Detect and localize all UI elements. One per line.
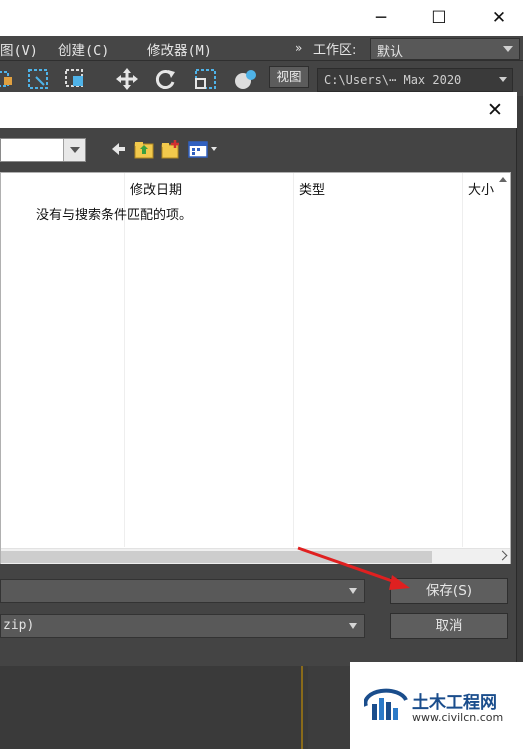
select-region-icon[interactable] xyxy=(0,67,18,91)
close-icon[interactable]: ✕ xyxy=(483,98,507,122)
select-window-icon[interactable] xyxy=(26,67,52,91)
watermark-title: 土木工程网 xyxy=(412,693,497,713)
up-folder-icon[interactable] xyxy=(133,138,155,160)
chevron-down-icon[interactable] xyxy=(63,139,85,161)
scroll-up-icon[interactable] xyxy=(499,177,507,182)
save-dialog: ✕ 修改日期 类型 大小 没有与搜索条件匹配的项。 zip) 保存(S) 取消 xyxy=(0,92,517,666)
main-toolbar: 视图 C:\Users\⋯ Max 2020 xyxy=(0,62,523,96)
project-path-dropdown[interactable]: C:\Users\⋯ Max 2020 xyxy=(317,68,513,92)
filetype-value: zip) xyxy=(3,618,35,633)
chevron-down-icon xyxy=(349,588,357,594)
horizontal-scrollbar[interactable] xyxy=(1,548,510,564)
view-cube-icon[interactable] xyxy=(232,67,258,91)
empty-result-message: 没有与搜索条件匹配的项。 xyxy=(36,208,193,223)
scale-icon[interactable] xyxy=(193,67,219,91)
chevron-down-icon xyxy=(499,77,507,82)
cancel-button[interactable]: 取消 xyxy=(390,613,508,639)
menu-modifiers[interactable]: 修改器(M) xyxy=(147,39,212,59)
column-header-size[interactable]: 大小 xyxy=(468,179,494,198)
app-title-bar: ─ ☐ ✕ xyxy=(0,0,523,36)
chevron-down-icon xyxy=(503,46,513,52)
watermark-url: www.civilcn.com xyxy=(412,711,504,724)
dialog-title-bar: ✕ xyxy=(0,92,517,128)
file-list[interactable]: 修改日期 类型 大小 没有与搜索条件匹配的项。 xyxy=(0,172,511,564)
view-menu-icon[interactable] xyxy=(187,138,223,160)
column-header-modified[interactable]: 修改日期 xyxy=(130,179,182,198)
workspace-dropdown[interactable]: 默认 xyxy=(370,38,520,60)
select-crossing-icon[interactable] xyxy=(62,67,88,91)
filetype-dropdown[interactable]: zip) xyxy=(0,614,365,638)
column-divider xyxy=(462,173,463,547)
viewport-divider xyxy=(301,666,303,749)
save-button[interactable]: 保存(S) xyxy=(390,578,508,604)
rotate-icon[interactable] xyxy=(153,67,179,91)
menu-view[interactable]: 图(V) xyxy=(0,39,38,59)
new-folder-icon[interactable] xyxy=(160,138,182,160)
scrollbar-thumb[interactable] xyxy=(1,551,432,563)
back-arrow-icon[interactable] xyxy=(108,138,130,160)
view-button[interactable]: 视图 xyxy=(269,66,309,88)
look-in-dropdown[interactable] xyxy=(0,138,86,162)
minimize-icon[interactable]: ─ xyxy=(369,6,393,30)
site-watermark: 土木工程网 www.civilcn.com xyxy=(350,662,523,749)
filename-field[interactable] xyxy=(0,579,365,603)
menu-overflow-icon[interactable]: » xyxy=(295,41,302,55)
maximize-icon[interactable]: ☐ xyxy=(427,6,451,30)
project-path-text: C:\Users\⋯ Max 2020 xyxy=(324,73,462,87)
app-side-panel xyxy=(517,96,523,666)
close-icon[interactable]: ✕ xyxy=(487,6,511,30)
column-header-type[interactable]: 类型 xyxy=(299,179,325,198)
chevron-right-icon[interactable] xyxy=(497,550,508,561)
column-divider xyxy=(293,173,294,547)
workspace-value: 默认 xyxy=(377,45,404,60)
move-icon[interactable] xyxy=(114,67,140,91)
column-divider xyxy=(124,173,125,547)
workspace-label: 工作区: xyxy=(313,43,357,58)
watermark-logo-icon xyxy=(364,688,408,720)
chevron-down-icon xyxy=(349,623,357,629)
menu-create[interactable]: 创建(C) xyxy=(58,39,109,59)
